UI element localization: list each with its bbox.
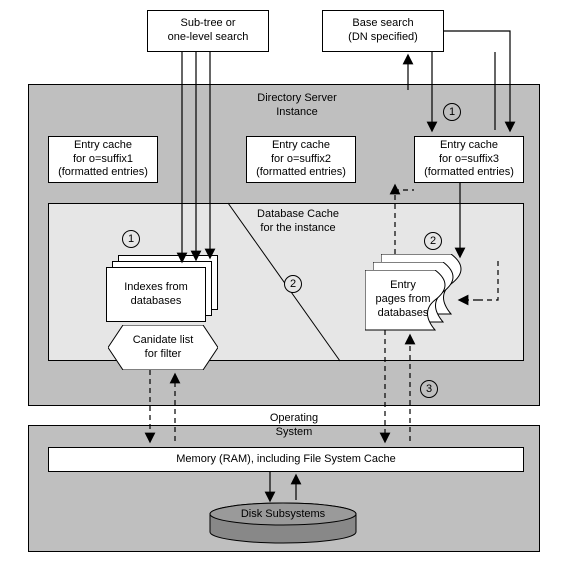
ram-label: Memory (RAM), including File System Cach… bbox=[53, 453, 519, 467]
ds-instance-title: Directory Server Instance bbox=[232, 92, 362, 120]
entry-cache-3: Entry cache for o=suffix3 (formatted ent… bbox=[414, 136, 524, 183]
step-2-center: 2 bbox=[284, 275, 302, 293]
subtree-search-box: Sub-tree or one-level search bbox=[147, 10, 269, 52]
entry-pages-label: Entry pages from databases bbox=[370, 279, 436, 320]
entry-cache-1: Entry cache for o=suffix1 (formatted ent… bbox=[48, 136, 158, 183]
os-title: Operating System bbox=[258, 412, 330, 440]
step-1-db: 1 bbox=[122, 230, 140, 248]
disk-label: Disk Subsystems bbox=[208, 508, 358, 522]
entry-cache-2-label: Entry cache for o=suffix2 (formatted ent… bbox=[251, 139, 351, 180]
subtree-search-label: Sub-tree or one-level search bbox=[152, 17, 264, 45]
indexes-box: Indexes from databases bbox=[106, 267, 206, 322]
db-cache-title: Database Cache for the instance bbox=[238, 208, 358, 236]
candidate-label: Canidate list for filter bbox=[133, 334, 194, 362]
entry-cache-3-label: Entry cache for o=suffix3 (formatted ent… bbox=[419, 139, 519, 180]
entry-cache-2: Entry cache for o=suffix2 (formatted ent… bbox=[246, 136, 356, 183]
base-search-box: Base search (DN specified) bbox=[322, 10, 444, 52]
entry-cache-1-label: Entry cache for o=suffix1 (formatted ent… bbox=[53, 139, 153, 180]
candidate-hexagon: Canidate list for filter bbox=[108, 325, 218, 370]
step-3: 3 bbox=[420, 380, 438, 398]
step-1-top-right: 1 bbox=[443, 103, 461, 121]
disk-subsystems: Disk Subsystems bbox=[208, 502, 358, 544]
indexes-label: Indexes from databases bbox=[111, 281, 201, 309]
step-2-right: 2 bbox=[424, 232, 442, 250]
base-search-label: Base search (DN specified) bbox=[327, 17, 439, 45]
ram-box: Memory (RAM), including File System Cach… bbox=[48, 447, 524, 472]
